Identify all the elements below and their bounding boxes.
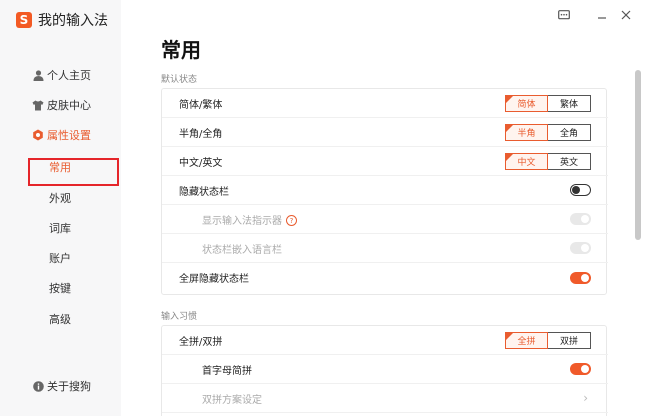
row-label: 显示输入法指示器 [202, 215, 282, 227]
option-chinese[interactable]: 中文 [505, 152, 548, 170]
sidebar-subitem-lexicon[interactable]: 词库 [49, 220, 71, 236]
embed-language-bar-toggle[interactable] [570, 242, 591, 254]
chevron-right-icon: › [583, 391, 588, 405]
row-label: 首字母简拼 [202, 365, 252, 377]
default-state-card: 简体/繁体 简体 繁体 半角/全角 半角 全角 中文/英文 中文 英文 隐藏状态… [161, 88, 608, 295]
row-label: 中文/英文 [179, 157, 223, 169]
sogou-logo-icon: S [16, 12, 32, 28]
sidebar-item-settings[interactable]: 属性设置 [0, 124, 121, 146]
segment-simplified-traditional: 简体 繁体 [505, 94, 591, 112]
app-name: 我的输入法 [38, 13, 108, 29]
brand: S 我的输入法 [16, 10, 108, 30]
info-icon [32, 380, 44, 392]
row-label: 全屏隐藏状态栏 [179, 274, 249, 285]
sidebar-item-label: 皮肤中心 [47, 99, 91, 112]
row-full-double-pinyin: 全拼/双拼 全拼 双拼 [162, 326, 608, 355]
close-icon[interactable] [619, 8, 633, 22]
input-habits-card: 全拼/双拼 全拼 双拼 首字母简拼 双拼方案设定 › [161, 325, 608, 416]
row-half-full-width: 半角/全角 半角 全角 [162, 118, 608, 147]
toggle-knob [581, 365, 589, 373]
sidebar-item-about[interactable]: 关于搜狗 [0, 375, 121, 397]
row-hide-status-bar: 隐藏状态栏 [162, 176, 608, 205]
show-indicator-toggle[interactable] [570, 213, 591, 225]
sidebar: S 我的输入法 个人主页 皮肤中心 属性设置 常用 外观 词库 账户 按键 高级… [0, 0, 121, 416]
sidebar-subitem-account[interactable]: 账户 [49, 250, 71, 266]
segment-half-full-width: 半角 全角 [505, 123, 591, 141]
sidebar-item-label: 个人主页 [47, 69, 91, 82]
row-label: 隐藏状态栏 [179, 186, 229, 198]
toggle-knob [581, 215, 589, 223]
row-double-pinyin-scheme[interactable]: 双拼方案设定 › [162, 384, 608, 413]
row-fullscreen-hide: 全屏隐藏状态栏 [162, 263, 608, 292]
segment-full-double-pinyin: 全拼 双拼 [505, 331, 591, 349]
row-label: 双拼方案设定 [202, 394, 262, 406]
option-half-width[interactable]: 半角 [505, 123, 548, 141]
option-traditional[interactable]: 繁体 [548, 94, 591, 112]
sidebar-item-label: 关于搜狗 [47, 380, 91, 393]
help-icon[interactable]: ? [286, 215, 297, 226]
row-simplified-traditional: 简体/繁体 简体 繁体 [162, 89, 608, 118]
minimize-icon[interactable] [595, 8, 609, 22]
hide-status-bar-toggle[interactable] [570, 184, 591, 196]
option-double-pinyin[interactable]: 双拼 [548, 331, 591, 349]
row-chinese-english: 中文/英文 中文 英文 [162, 147, 608, 176]
page-title: 常用 [161, 38, 201, 62]
person-icon [32, 69, 44, 81]
row-label: 简体/繁体 [179, 99, 223, 111]
sidebar-item-skins[interactable]: 皮肤中心 [0, 94, 121, 116]
sidebar-subitem-advanced[interactable]: 高级 [49, 311, 71, 327]
hexagon-settings-icon [32, 129, 44, 141]
logo-char: S [19, 13, 29, 27]
row-show-indicator: 显示输入法指示器? [162, 205, 608, 234]
row-label: 状态栏嵌入语言栏 [202, 244, 282, 256]
option-english[interactable]: 英文 [548, 152, 591, 170]
segment-chinese-english: 中文 英文 [505, 152, 591, 170]
toggle-knob [572, 186, 580, 194]
row-embed-language-bar: 状态栏嵌入语言栏 [162, 234, 608, 263]
initial-abbrev-toggle[interactable] [570, 363, 591, 375]
row-label: 全拼/双拼 [179, 336, 223, 348]
option-simplified[interactable]: 简体 [505, 94, 548, 112]
sidebar-item-profile[interactable]: 个人主页 [0, 64, 121, 86]
shirt-icon [32, 99, 44, 111]
toggle-knob [581, 244, 589, 252]
sidebar-subitem-keys[interactable]: 按键 [49, 280, 71, 296]
section-label: 默认状态 [161, 75, 198, 85]
sidebar-subitem-appearance[interactable]: 外观 [49, 190, 71, 206]
message-icon[interactable] [557, 8, 571, 22]
option-full-pinyin[interactable]: 全拼 [505, 331, 548, 349]
row-label: 半角/全角 [179, 128, 223, 140]
row-label-wrap: 显示输入法指示器? [202, 212, 297, 227]
toggle-knob [581, 273, 589, 282]
sidebar-item-label: 属性设置 [47, 129, 91, 142]
row-initial-abbrev: 首字母简拼 [162, 355, 608, 384]
scrollbar[interactable] [635, 70, 641, 240]
option-full-width[interactable]: 全角 [548, 123, 591, 141]
highlight-box [28, 158, 119, 186]
section-label: 输入习惯 [161, 312, 198, 322]
main-panel: 常用 默认状态 简体/繁体 简体 繁体 半角/全角 半角 全角 中文/英文 中文… [121, 0, 650, 416]
fullscreen-hide-toggle[interactable] [570, 271, 591, 284]
